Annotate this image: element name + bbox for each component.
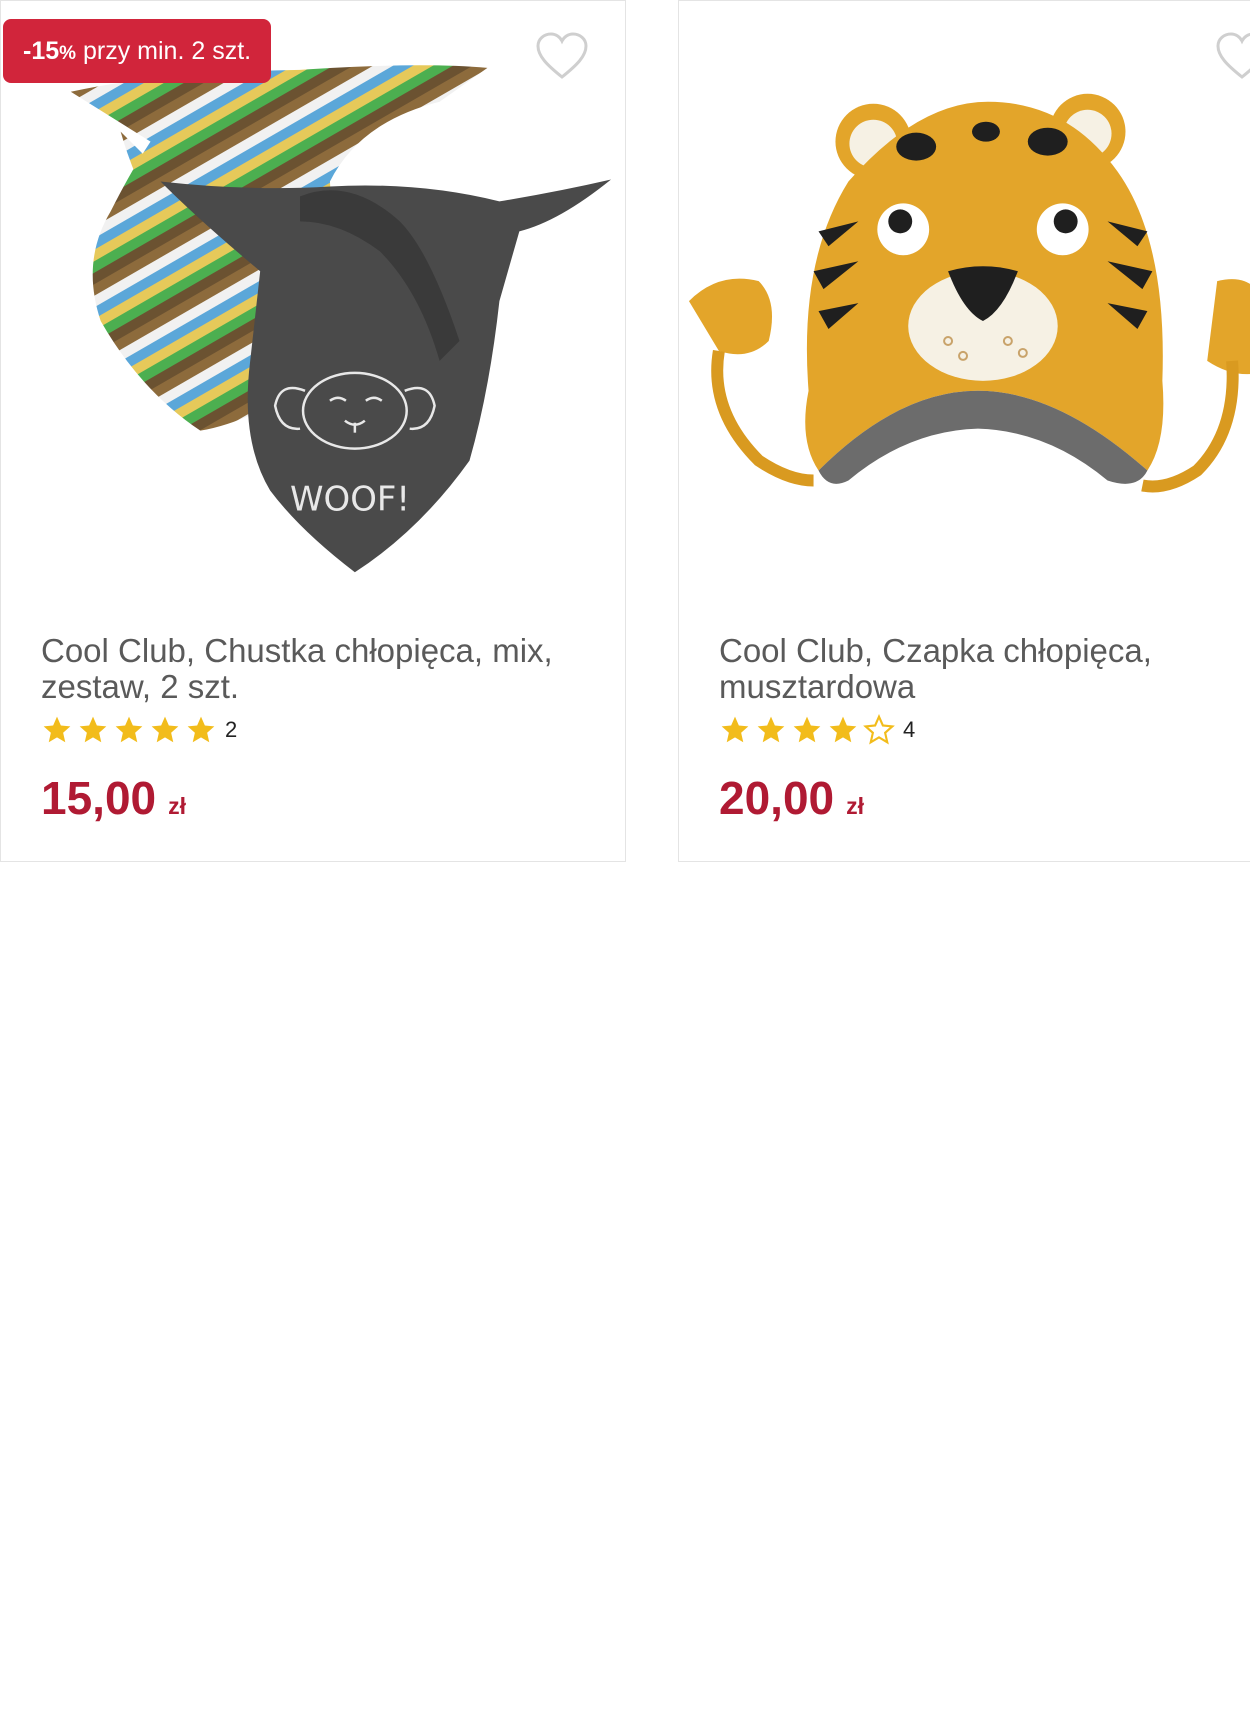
promo-badge: -15% przy min. 2 szt.	[3, 19, 272, 83]
product-title[interactable]: Cool Club, Czapka chłopięca, musztardowa	[719, 633, 1250, 705]
product-rating: 2	[41, 713, 237, 747]
star-icon	[151, 716, 179, 743]
woof-print-text: WOOF!	[290, 479, 410, 518]
star-icon	[757, 716, 785, 743]
heart-outline-icon[interactable]	[535, 31, 589, 81]
price-currency: zł	[846, 793, 865, 819]
star-outline-icon	[863, 714, 895, 745]
star-icon	[829, 716, 857, 743]
star-icon	[187, 716, 215, 743]
price-amount: 15,00	[41, 772, 157, 824]
promo-condition: przy min. 2 szt.	[83, 37, 252, 65]
rating-count[interactable]: 2	[225, 717, 237, 743]
promo-percent: %	[59, 43, 77, 64]
product-image-tiger-hat[interactable]	[679, 61, 1250, 601]
product-image-bandana[interactable]: WOOF!	[1, 61, 625, 601]
product-price: 15,00 zł	[41, 771, 186, 827]
product-card-tiger-hat[interactable]: Cool Club, Czapka chłopięca, musztardowa…	[678, 0, 1250, 862]
star-icon	[115, 716, 143, 743]
product-title[interactable]: Cool Club, Chustka chłopięca, mix, zesta…	[41, 633, 581, 705]
price-currency: zł	[168, 793, 187, 819]
star-icon	[79, 716, 107, 743]
rating-count[interactable]: 4	[903, 717, 915, 743]
product-card-bandana[interactable]: WOOF! -15% przy min. 2 szt. Cool Club, C…	[0, 0, 626, 862]
price-amount: 20,00	[719, 772, 835, 824]
heart-outline-icon[interactable]	[1215, 31, 1250, 81]
product-grid: WOOF! -15% przy min. 2 szt. Cool Club, C…	[0, 0, 1250, 1721]
promo-discount: -15	[23, 37, 60, 65]
star-icon	[43, 716, 71, 743]
star-icon	[793, 716, 821, 743]
product-rating: 4	[719, 713, 915, 747]
star-icon	[721, 716, 749, 743]
product-price: 20,00 zł	[719, 771, 864, 827]
